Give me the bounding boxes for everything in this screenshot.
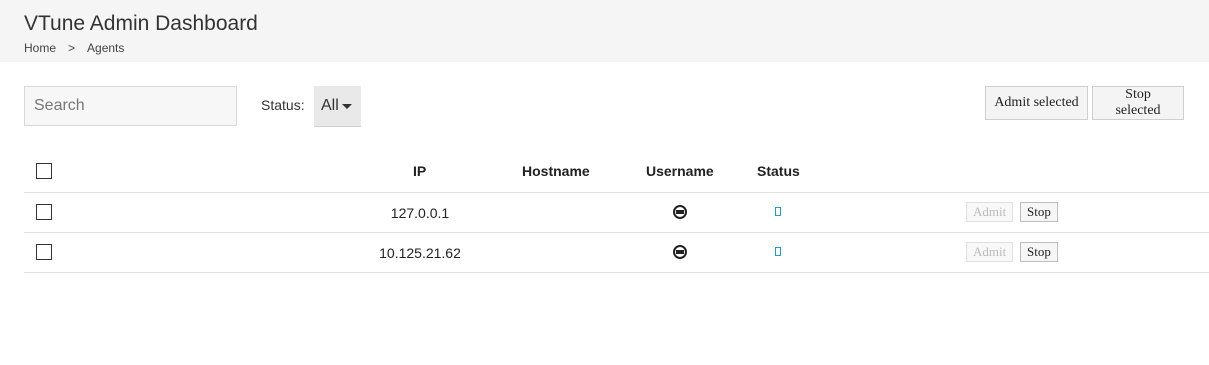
- breadcrumb-separator: >: [68, 41, 76, 55]
- row-ip: 127.0.0.1: [390, 205, 450, 221]
- caret-down-icon: [341, 103, 352, 109]
- column-header-status[interactable]: Status: [757, 163, 800, 179]
- status-filter-value: All: [321, 97, 339, 114]
- column-header-hostname[interactable]: Hostname: [522, 163, 590, 179]
- agents-grid: IP Hostname Username Status 127.0.0.1 Ad…: [24, 150, 1209, 273]
- breadcrumb: Home > Agents: [24, 41, 1185, 55]
- stop-button[interactable]: Stop: [1020, 242, 1058, 262]
- breadcrumb-current: Agents: [87, 41, 125, 55]
- stop-selected-button[interactable]: Stop selected: [1092, 86, 1184, 120]
- table-row[interactable]: 10.125.21.62 Admit Stop: [24, 232, 1209, 273]
- status-filter-select[interactable]: All: [314, 86, 361, 127]
- page-header: VTune Admin Dashboard Home > Agents: [0, 0, 1209, 62]
- column-header-username[interactable]: Username: [646, 163, 714, 179]
- admit-selected-button[interactable]: Admit selected: [985, 86, 1088, 120]
- page-title: VTune Admin Dashboard: [24, 12, 258, 35]
- status-filter-label: Status:: [261, 97, 305, 113]
- row-checkbox[interactable]: [36, 244, 52, 260]
- select-all-checkbox[interactable]: [36, 163, 52, 179]
- table-header: IP Hostname Username Status: [24, 150, 1209, 192]
- column-header-ip[interactable]: IP: [413, 163, 426, 179]
- user-icon: [673, 205, 687, 219]
- search-input[interactable]: [24, 86, 237, 126]
- breadcrumb-home[interactable]: Home: [24, 41, 56, 55]
- stop-button[interactable]: Stop: [1020, 202, 1058, 222]
- row-ip: 10.125.21.62: [379, 245, 461, 261]
- toolbar: Status: All Admit selected Stop selected: [0, 62, 1209, 150]
- status-icon: [775, 207, 781, 216]
- admit-button[interactable]: Admit: [966, 242, 1014, 262]
- user-icon: [673, 245, 687, 259]
- row-checkbox[interactable]: [36, 204, 52, 220]
- admit-button[interactable]: Admit: [966, 202, 1014, 222]
- table-row[interactable]: 127.0.0.1 Admit Stop: [24, 192, 1209, 232]
- status-icon: [775, 247, 781, 256]
